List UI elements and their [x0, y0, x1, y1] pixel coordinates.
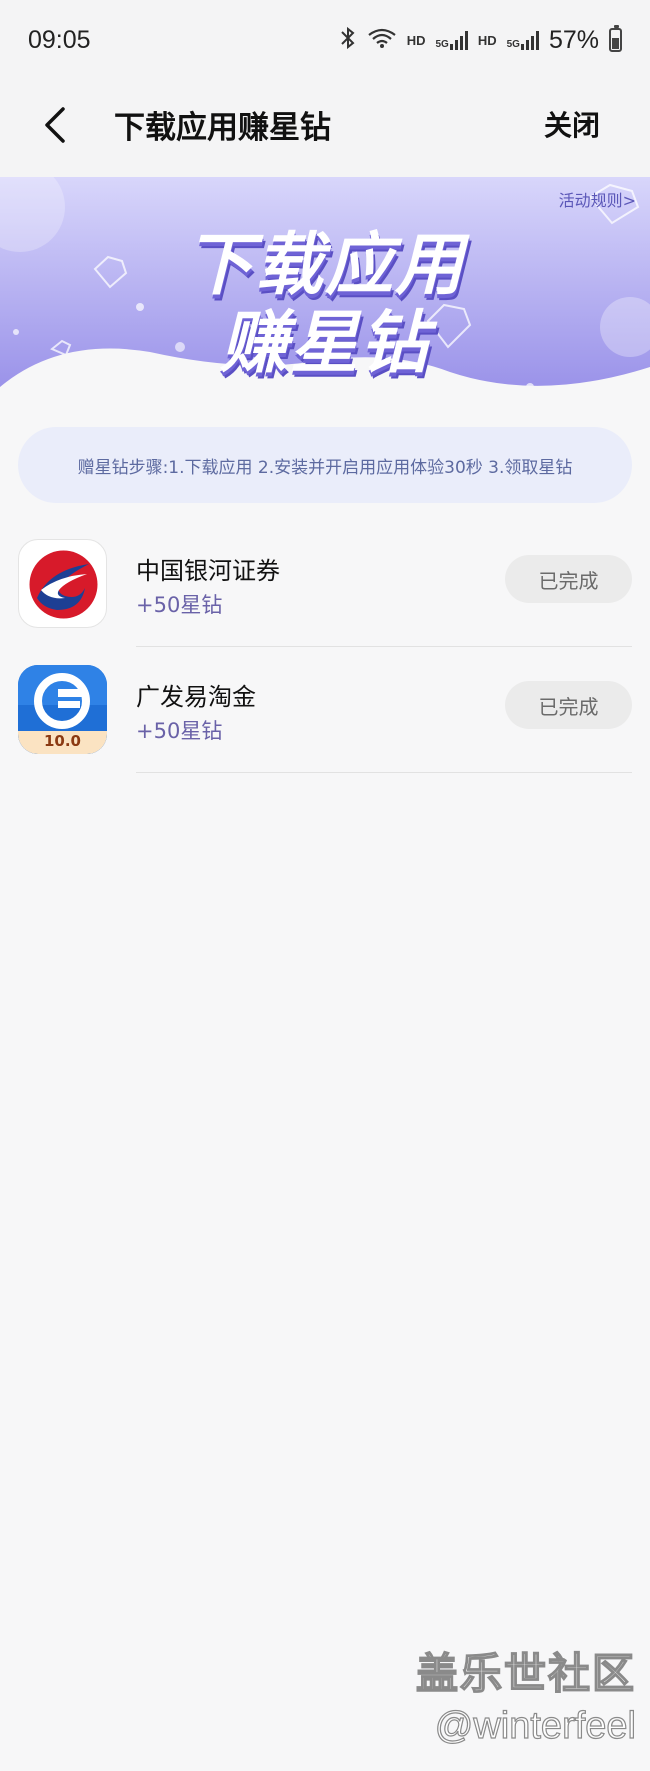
steps-box: 赠星钻步骤:1.下载应用 2.安装并开启用应用体验30秒 3.领取星钻	[18, 427, 632, 503]
steps-text: 赠星钻步骤:1.下载应用 2.安装并开启用应用体验30秒 3.领取星钻	[77, 457, 573, 478]
app-reward: +50星钻	[136, 719, 223, 743]
app-name: 广发易淘金	[136, 683, 256, 711]
status-time: 09:05	[28, 25, 91, 54]
app-icon-badge: 10.0	[43, 732, 81, 750]
app-list-item[interactable]: 中国银河证券 +50星钻 已完成	[0, 521, 650, 647]
watermark-user: @winterfeel	[434, 1704, 636, 1747]
app-reward: +50星钻	[136, 593, 223, 617]
divider	[136, 772, 632, 773]
network-type-1: 5G	[435, 39, 449, 50]
bluetooth-icon	[339, 26, 357, 55]
battery-percent: 57%	[548, 25, 599, 54]
galaxy-securities-logo-icon	[18, 539, 107, 628]
wifi-icon	[367, 27, 397, 54]
battery-icon	[609, 25, 622, 52]
promo-banner: 活动规则> 下载应用 赚星钻	[0, 177, 650, 427]
nav-bar: 下载应用赚星钻 关闭	[0, 80, 650, 177]
close-button[interactable]: 关闭	[544, 104, 600, 144]
status-bar: 09:05 HD 5G HD 5G 57%	[0, 0, 650, 80]
gf-yitaojin-logo-icon: 10.0	[18, 665, 107, 754]
back-button[interactable]	[30, 100, 80, 150]
rules-link[interactable]: 活动规则>	[559, 187, 636, 211]
status-icons: HD 5G HD 5G 57%	[339, 25, 622, 55]
page-title: 下载应用赚星钻	[114, 110, 331, 146]
hd-label-1: HD	[406, 32, 426, 48]
completed-button[interactable]: 已完成	[505, 555, 632, 603]
watermark: 盖乐世社区 @winterfeel	[415, 1640, 636, 1748]
signal-icon-2: 5G	[507, 30, 539, 50]
app-name: 中国银河证券	[136, 557, 280, 585]
watermark-site: 盖乐世社区	[415, 1648, 636, 1699]
chevron-left-icon	[45, 107, 65, 143]
banner-title-line2: 赚星钻	[219, 304, 430, 383]
signal-icon-1: 5G	[435, 30, 468, 50]
hd-label-2: HD	[477, 32, 497, 48]
app-list-item[interactable]: 10.0 广发易淘金 +50星钻 已完成	[0, 647, 650, 773]
completed-button[interactable]: 已完成	[505, 681, 632, 729]
network-type-2: 5G	[506, 39, 520, 50]
